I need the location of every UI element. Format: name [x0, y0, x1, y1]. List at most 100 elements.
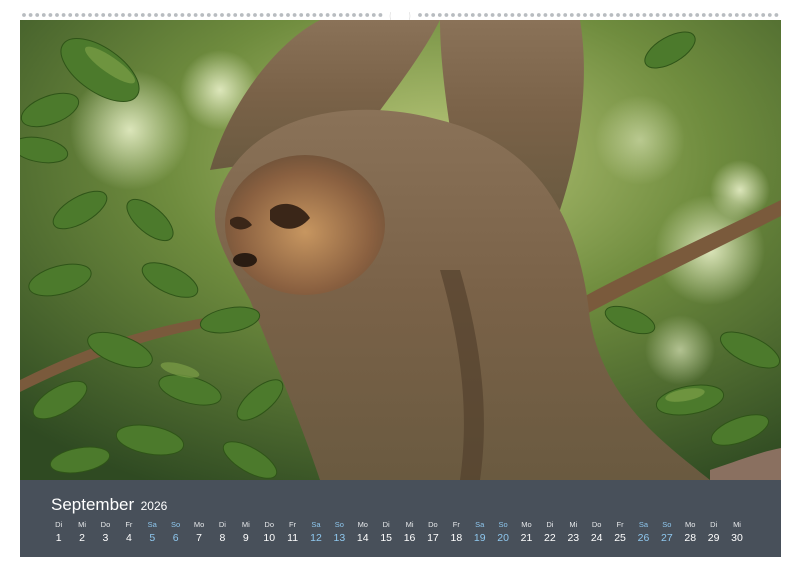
- calendar-day: Fr 25: [608, 520, 631, 546]
- day-number: 14: [356, 532, 369, 544]
- day-number: 23: [567, 532, 580, 544]
- spiral-ring: [715, 13, 719, 17]
- calendar-day: So 6: [164, 520, 187, 546]
- weekday-label: Do: [591, 520, 602, 529]
- spiral-ring: [292, 13, 297, 17]
- spiral-ring: [616, 13, 620, 17]
- spiral-ring: [418, 13, 422, 17]
- calendar-day: Di 8: [211, 520, 234, 546]
- weekday-label: Sa: [475, 520, 485, 529]
- spiral-ring: [371, 13, 376, 17]
- spiral-ring: [365, 13, 370, 17]
- calendar-day: Do 10: [258, 520, 281, 546]
- spiral-ring: [81, 13, 86, 17]
- calendar-day: Sa 19: [468, 520, 491, 546]
- spiral-ring: [668, 13, 673, 17]
- weekday-label: Fr: [452, 520, 460, 529]
- day-number: 19: [473, 532, 486, 544]
- day-number: 27: [661, 532, 673, 544]
- spiral-ring: [352, 13, 356, 17]
- spiral-ring: [107, 13, 112, 17]
- calendar-day: Mo 7: [187, 520, 210, 546]
- weekday-label: Sa: [311, 520, 321, 529]
- spiral-ring: [134, 13, 139, 17]
- day-number: 30: [731, 532, 743, 544]
- spiral-ring: [160, 13, 165, 17]
- spiral-ring: [167, 13, 172, 17]
- spiral-ring: [464, 13, 469, 17]
- spiral-ring: [556, 13, 561, 17]
- calendar-day: Fr 11: [281, 520, 304, 546]
- calendar-bar: September 2026 Di 1 Mi 2 Do 3 Fr 4 Sa 5 So 6 Mo 7 Di 8 M…: [20, 480, 781, 557]
- spiral-ring: [187, 13, 191, 17]
- calendar-day: Mo 14: [351, 520, 374, 546]
- spiral-ring: [695, 13, 700, 17]
- spiral-ring: [200, 13, 205, 17]
- spiral-ring: [642, 13, 647, 17]
- spiral-ring: [510, 13, 515, 17]
- day-number: 3: [102, 532, 109, 544]
- calendar-day: Mo 21: [515, 520, 538, 546]
- day-number: 28: [684, 532, 697, 544]
- weekday-label: So: [334, 520, 344, 529]
- weekday-label: Fr: [125, 520, 133, 529]
- spiral-ring: [121, 13, 125, 17]
- spiral-ring: [424, 13, 429, 17]
- day-number: 2: [79, 532, 85, 544]
- weekday-label: Di: [218, 520, 226, 529]
- weekday-label: Mo: [357, 520, 368, 529]
- spiral-ring: [583, 13, 587, 17]
- weekday-label: Sa: [638, 520, 649, 529]
- calendar-day: Do 24: [585, 520, 608, 546]
- day-number: 1: [55, 532, 62, 544]
- day-number: 24: [590, 532, 603, 544]
- day-number: 11: [287, 532, 299, 544]
- spiral-ring: [431, 13, 436, 17]
- spiral-ring: [741, 13, 746, 17]
- calendar-day: Mi 30: [725, 520, 748, 546]
- calendar-day: Mo 28: [679, 520, 702, 546]
- spiral-ring: [536, 13, 541, 17]
- weekday-label: Di: [710, 520, 718, 529]
- spiral-ring: [259, 13, 264, 17]
- spiral-ring: [748, 13, 752, 17]
- day-number: 7: [196, 532, 202, 544]
- spiral-ring: [444, 13, 449, 17]
- spiral-ring: [451, 13, 455, 17]
- spiral-ring: [728, 13, 733, 17]
- sloth-image: [20, 20, 781, 480]
- spiral-ring: [154, 13, 158, 17]
- day-number: 8: [219, 532, 226, 544]
- spiral-ring: [721, 13, 726, 17]
- spiral-ring: [272, 13, 277, 17]
- weekday-label: Mi: [569, 520, 578, 529]
- spiral-ring: [68, 13, 73, 17]
- day-number: 15: [380, 532, 392, 544]
- weekday-label: Mo: [685, 520, 696, 529]
- spiral-ring: [457, 13, 462, 17]
- weekday-label: Di: [546, 520, 554, 529]
- spiral-ring: [193, 13, 198, 17]
- spiral-ring: [325, 13, 330, 17]
- spiral-ring: [688, 13, 693, 17]
- year-label: 2026: [140, 499, 168, 513]
- calendar-day: Di 1: [47, 520, 70, 546]
- calendar-day: Di 29: [702, 520, 725, 546]
- spiral-ring: [147, 13, 152, 17]
- weekday-label: Fr: [616, 520, 624, 529]
- day-number: 21: [520, 532, 533, 544]
- spiral-ring: [569, 13, 574, 17]
- day-number: 6: [172, 532, 179, 544]
- spiral-ring: [437, 13, 442, 17]
- spiral-ring: [622, 13, 627, 17]
- calendar-day: So 27: [655, 520, 678, 546]
- spiral-ring: [767, 13, 772, 17]
- spiral-ring: [358, 13, 363, 17]
- weekday-label: So: [662, 520, 672, 529]
- spiral-ring: [596, 13, 601, 17]
- spiral-ring: [477, 13, 482, 17]
- calendar-day: Sa 5: [141, 520, 164, 546]
- spiral-ring: [319, 13, 323, 17]
- day-number: 17: [427, 532, 439, 544]
- spiral-ring: [734, 13, 739, 17]
